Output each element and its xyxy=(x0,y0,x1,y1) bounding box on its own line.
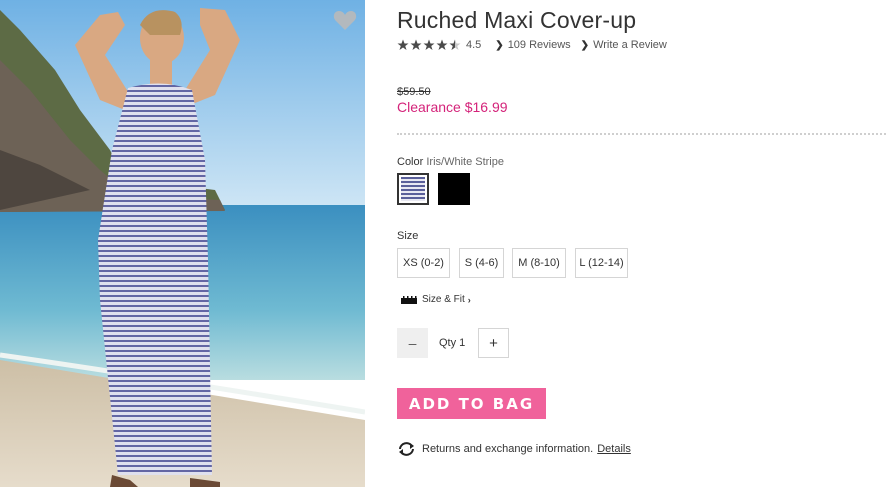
write-review-label[interactable]: Write a Review xyxy=(593,39,667,51)
qty-label: Qty 1 xyxy=(439,337,466,349)
product-title: Ruched Maxi Cover-up xyxy=(397,7,637,33)
returns-text: Returns and exchange information. xyxy=(422,443,594,455)
ruler-icon xyxy=(401,295,417,304)
size-fit-link[interactable]: Size & Fit › xyxy=(401,294,475,305)
product-info: Ruched Maxi Cover-up 4.5 ❯ 109 Reviews ❯… xyxy=(397,0,891,487)
star-icon xyxy=(436,39,448,50)
swatch-black[interactable] xyxy=(438,173,470,205)
favorite-heart-icon[interactable] xyxy=(333,9,357,31)
sale-price: Clearance $16.99 xyxy=(397,99,508,115)
product-photo xyxy=(0,0,365,487)
size-label: Size xyxy=(397,230,419,242)
star-rating xyxy=(397,39,461,51)
color-label-row: Color Iris/White Stripe xyxy=(397,156,504,168)
write-review-link[interactable]: ❯ Write a Review xyxy=(581,39,667,51)
reviews-link[interactable]: ❯ 109 Reviews xyxy=(495,39,570,51)
star-icon xyxy=(410,39,422,50)
chevron-right-icon: ❯ xyxy=(495,39,504,51)
color-label: Color xyxy=(397,156,424,168)
rating-value: 4.5 xyxy=(466,39,482,51)
color-value: Iris/White Stripe xyxy=(426,156,504,168)
size-s-button[interactable]: S (4-6) xyxy=(459,248,504,278)
size-m-button[interactable]: M (8-10) xyxy=(512,248,566,278)
star-icon xyxy=(423,39,435,50)
add-to-bag-button[interactable]: ADD TO BAG xyxy=(397,388,546,419)
size-fit-label[interactable]: Size & Fit xyxy=(422,294,465,305)
returns-arrows-icon xyxy=(399,442,414,456)
returns-info: Returns and exchange information. Detail… xyxy=(397,442,631,456)
product-image xyxy=(0,0,365,487)
chevron-right-icon: ❯ xyxy=(580,39,590,51)
rating-row: 4.5 ❯ 109 Reviews ❯ Write a Review xyxy=(397,38,667,52)
original-price: $59.50 xyxy=(397,86,431,98)
star-icon xyxy=(397,39,409,50)
size-xs-button[interactable]: XS (0-2) xyxy=(397,248,450,278)
size-l-button[interactable]: L (12-14) xyxy=(575,248,628,278)
half-star-icon xyxy=(449,39,461,50)
divider xyxy=(397,133,886,135)
reviews-link-label[interactable]: 109 Reviews xyxy=(508,39,571,51)
qty-increase-button[interactable]: + xyxy=(478,328,509,358)
swatch-iris-white-stripe[interactable] xyxy=(397,173,429,205)
chevron-right-icon: › xyxy=(467,294,471,305)
qty-decrease-button[interactable]: – xyxy=(397,328,428,358)
details-link[interactable]: Details xyxy=(597,443,631,455)
